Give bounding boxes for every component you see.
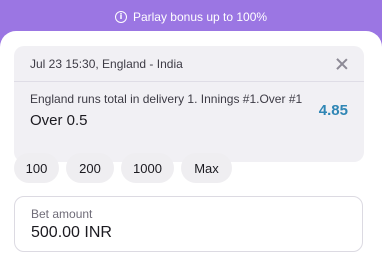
outcome-name: Over 0.5 bbox=[30, 112, 88, 129]
quick-amounts: 100 200 1000 Max bbox=[14, 153, 232, 183]
bet-card: Jul 23 15:30, England - India England ru… bbox=[14, 46, 364, 162]
quick-amount-200-button[interactable]: 200 bbox=[66, 153, 114, 183]
bet-amount-field[interactable]: Bet amount 500.00 INR bbox=[14, 196, 363, 252]
market-name: England runs total in delivery 1. Inning… bbox=[30, 92, 303, 106]
bet-amount-label: Bet amount bbox=[31, 207, 93, 221]
bet-card-header: Jul 23 15:30, England - India bbox=[14, 46, 364, 82]
betslip-sheet: Jul 23 15:30, England - India England ru… bbox=[0, 31, 382, 254]
banner-text: Parlay bonus up to 100% bbox=[132, 10, 268, 24]
quick-amount-100-button[interactable]: 100 bbox=[14, 153, 59, 183]
bet-amount-input[interactable]: 500.00 INR bbox=[31, 224, 112, 242]
info-icon: i bbox=[114, 11, 127, 23]
betslip-panel: i Parlay bonus up to 100% Jul 23 15:30, … bbox=[0, 0, 382, 254]
match-info: Jul 23 15:30, England - India bbox=[30, 56, 183, 71]
close-icon[interactable] bbox=[334, 56, 350, 72]
quick-amount-1000-button[interactable]: 1000 bbox=[121, 153, 174, 183]
parlay-bonus-banner[interactable]: i Parlay bonus up to 100% bbox=[0, 0, 382, 34]
odds-value: 4.85 bbox=[318, 102, 348, 119]
quick-amount-max-button[interactable]: Max bbox=[181, 153, 232, 183]
